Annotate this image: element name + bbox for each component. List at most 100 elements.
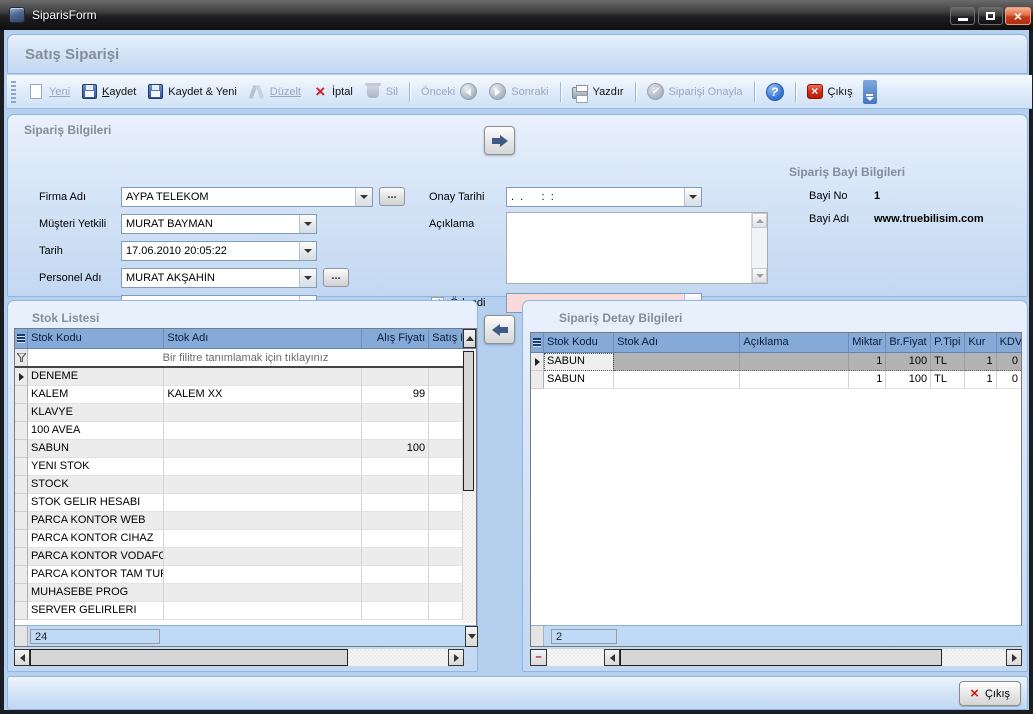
scrollbar-thumb[interactable] [30,649,348,666]
stok-adi-cell [164,494,362,512]
edit-button[interactable]: Düzelt [243,81,307,103]
toolbar: Yeni Kaydet Kaydet & Yeni Düzelt × İptal… [7,75,1032,109]
stok-kodu-cell: SABUN [544,353,614,371]
delete-button[interactable]: Sil [359,80,404,103]
close-button[interactable]: × [1005,7,1031,25]
column-header[interactable]: Miktar [849,333,886,352]
chevron-down-icon [866,97,874,101]
print-button[interactable]: Yazdır [566,81,630,102]
scroll-left-button[interactable] [604,649,620,666]
satis-fiyati-cell [429,602,463,620]
table-row[interactable]: SABUN 1 100 TL 1 0 [531,353,1021,371]
column-header[interactable]: Satış Fiya [429,329,463,348]
column-header[interactable]: Stok Adı [614,333,740,352]
firma-adi-combo[interactable]: AYPA TELEKOM [121,187,373,207]
column-header[interactable]: KDV [997,333,1021,352]
column-header[interactable]: Stok Adı [164,329,362,348]
stock-filter-row[interactable]: Bir filitre tanımlamak için tıklayınız [15,349,476,368]
remove-from-order-button[interactable] [484,315,515,344]
previous-button[interactable]: Önceki [415,80,483,103]
help-button[interactable]: ? [760,80,790,104]
personel-adi-browse-button[interactable]: ... [323,268,349,287]
stok-kodu-cell: STOK GELIR HESABI [28,494,164,512]
column-header[interactable]: Stok Kodu [28,329,164,348]
table-row[interactable]: PARCA KONTOR VODAFON [15,548,463,566]
toolbar-separator [560,82,561,102]
stock-hscrollbar[interactable] [14,649,464,666]
miktar-cell: 1 [849,353,886,371]
app-icon [9,7,25,23]
scrollbar-thumb[interactable] [463,351,474,491]
scroll-left-button[interactable] [14,649,30,666]
table-row[interactable]: KALEM KALEM XX 99 [15,386,463,404]
toolbar-drag-handle[interactable] [11,81,16,103]
stock-vscrollbar[interactable] [463,349,476,623]
onay-tarihi-combo[interactable]: . . : : [506,187,702,207]
save-and-new-button[interactable]: Kaydet & Yeni [142,81,243,102]
save-button[interactable]: Kaydet [76,81,142,102]
chevron-down-icon[interactable] [355,188,372,206]
table-row[interactable]: STOCK [15,476,463,494]
personel-adi-combo[interactable]: MURAT AKŞAHİN [121,268,317,288]
table-row[interactable]: PARCA KONTOR TAM TURK [15,566,463,584]
table-row[interactable]: MUHASEBE PROG [15,584,463,602]
column-header[interactable]: Stok Kodu [544,333,614,352]
column-header[interactable]: P.Tipi [931,333,965,352]
satis-fiyati-cell [429,368,463,386]
stok-kodu-cell: SABUN [544,371,614,389]
chevron-down-icon[interactable] [299,269,316,287]
aciklama-scrollbar[interactable] [751,213,767,283]
chevron-down-icon[interactable] [299,242,316,260]
column-header[interactable]: Kur [965,333,996,352]
chevron-down-icon[interactable] [299,215,316,233]
table-row[interactable]: KLAVYE [15,404,463,422]
next-button[interactable]: Sonraki [483,80,554,103]
bayi-no-value: 1 [874,190,880,202]
musteri-yetkili-label: Müşteri Yetkili [39,218,106,230]
column-header[interactable]: Br.Fiyat [886,333,931,352]
toolbar-overflow-button[interactable] [863,80,877,104]
table-row[interactable]: PARCA KONTOR WEB [15,512,463,530]
scrollbar-thumb[interactable] [620,649,942,666]
approve-order-button[interactable]: ✓ Siparişi Onayla [641,80,749,103]
tarih-combo[interactable]: 17.06.2010 20:05:22 [121,241,317,261]
aciklama-textarea[interactable] [506,212,768,284]
detail-hscrollbar[interactable]: – [530,649,1022,666]
scroll-down-icon[interactable] [752,268,767,283]
stok-adi-cell [164,530,362,548]
musteri-yetkili-combo[interactable]: MURAT BAYMAN [121,214,317,234]
stok-kodu-cell: PARCA KONTOR TAM TURK [28,566,164,584]
filter-prompt: Bir filitre tanımlamak için tıklayınız [28,349,463,366]
table-row[interactable]: SABUN 1 100 TL 1 0 [531,371,1021,389]
table-row[interactable]: SERVER GELIRLERI [15,602,463,620]
firma-adi-browse-button[interactable]: ... [379,187,405,206]
stok-adi-cell [164,566,362,584]
new-button[interactable]: Yeni [22,81,76,102]
table-row[interactable]: 100 AVEA [15,422,463,440]
table-row[interactable]: DENEME [15,368,463,386]
scroll-up-icon[interactable] [752,213,767,228]
bayi-no-label: Bayi No [809,190,848,202]
scroll-right-button[interactable] [448,649,464,666]
table-row[interactable]: SABUN 100 [15,440,463,458]
scroll-up-button[interactable] [463,329,476,348]
collapse-button[interactable]: – [530,649,547,666]
stok-kodu-cell: PARCA KONTOR WEB [28,512,164,530]
save-new-icon [148,84,163,99]
maximize-button[interactable] [978,7,1003,25]
scroll-right-button[interactable] [1006,649,1022,666]
cancel-button[interactable]: × İptal [307,81,359,103]
column-header[interactable]: Alış Fiyatı [362,329,429,348]
add-to-order-button[interactable] [484,126,515,155]
exit-toolbar-button[interactable]: × Çıkış [801,81,859,102]
stok-kodu-cell: DENEME [28,368,164,386]
aciklama-label: Açıklama [429,218,474,230]
minimize-button[interactable] [950,7,975,25]
chevron-down-icon[interactable] [684,188,701,206]
column-header[interactable]: Açıklama [740,333,849,352]
scroll-down-button[interactable] [465,626,478,647]
table-row[interactable]: PARCA KONTOR CIHAZ [15,530,463,548]
exit-button[interactable]: × Çıkış [959,681,1021,706]
table-row[interactable]: YENI STOK [15,458,463,476]
table-row[interactable]: STOK GELIR HESABI [15,494,463,512]
